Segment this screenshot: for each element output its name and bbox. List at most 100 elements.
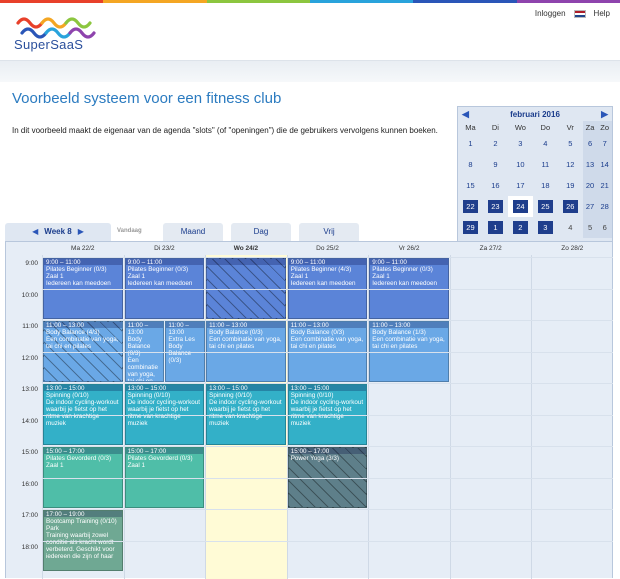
- mini-calendar-day[interactable]: 4: [533, 133, 558, 154]
- event-description: De indoor cycling-workout waarbij je fie…: [46, 399, 119, 427]
- mini-calendar-day[interactable]: 5: [558, 133, 583, 154]
- weekday-header: Vr: [566, 122, 574, 132]
- mini-calendar-header: ◀ februari 2016 ▶: [458, 107, 612, 121]
- event-time: 11:00 – 13:00: [372, 322, 411, 329]
- event-time: 15:00 – 17:00: [46, 448, 85, 455]
- day-columns: 9:00 – 11:00 Pilates Beginner (0/3) Zaal 1…: [42, 255, 613, 579]
- event-title: Spinning (0/10): [46, 392, 89, 399]
- hour-line: [42, 477, 613, 479]
- mini-calendar-day[interactable]: 9: [483, 154, 508, 175]
- login-link[interactable]: Inloggen: [535, 9, 566, 18]
- day-header[interactable]: Do 25/2: [287, 242, 369, 255]
- mini-calendar-day[interactable]: 28: [597, 196, 612, 217]
- event-title: Pilates Gevorderd (0/3): [46, 455, 112, 462]
- hour-label: 16:00: [21, 480, 38, 488]
- mini-calendar-day[interactable]: 7: [597, 133, 612, 154]
- event-description: Een combinatie van yoga, tai chi en pila…: [209, 336, 282, 350]
- event-time: 13:00 – 15:00: [127, 385, 167, 392]
- event-time: 9:00 – 11:00: [46, 259, 81, 266]
- event-time: 11:00 – 13:00: [209, 322, 248, 329]
- day-header[interactable]: Vr 26/2: [368, 242, 450, 255]
- day-header[interactable]: Di 23/2: [124, 242, 206, 255]
- mini-calendar-day[interactable]: 17: [508, 175, 533, 196]
- event-time: 15:00 – 17:00: [290, 448, 330, 455]
- hour-label: 14:00: [21, 417, 38, 425]
- tab-day[interactable]: Dag: [231, 223, 291, 241]
- help-link[interactable]: Help: [594, 9, 610, 18]
- next-week-icon[interactable]: ▶: [78, 227, 84, 236]
- mini-calendar-day[interactable]: 13: [582, 154, 598, 175]
- day-header[interactable]: Wo 24/2: [205, 242, 287, 255]
- event-location: Zaal 1: [127, 462, 146, 469]
- hour-label: 17:00: [21, 512, 38, 519]
- mini-calendar-day[interactable]: 23: [483, 196, 508, 217]
- mini-calendar-table: Ma Di Wo Do Vr Za Zo 1 2 3 4 5 6 7 8 9 10 11 12 13 14 15 16 17…: [458, 121, 612, 238]
- mini-calendar-day[interactable]: 12: [558, 154, 583, 175]
- tab-week[interactable]: ◀ Week 8 ▶: [5, 223, 111, 241]
- hour-line: [42, 288, 613, 290]
- hour-label: 15:00: [21, 449, 38, 456]
- mini-calendar-day[interactable]: 8: [458, 154, 483, 175]
- view-tabs: ◀ Week 8 ▶ Vandaag Maand Dag Vrij: [5, 223, 613, 241]
- week-grid: Ma 22/2 Di 23/2 Wo 24/2 Do 25/2 Vr 26/2 Za 27…: [5, 241, 613, 579]
- page-title: Voorbeeld systeem voor een fitness club: [12, 90, 282, 107]
- day-header[interactable]: Zo 28/2: [531, 242, 613, 255]
- mini-calendar-day[interactable]: 3: [508, 133, 533, 154]
- day-column[interactable]: [531, 255, 613, 579]
- event-location: Zaal 1: [46, 273, 64, 280]
- mini-calendar-day[interactable]: 15: [458, 175, 483, 196]
- prev-month-icon[interactable]: ◀: [462, 109, 469, 120]
- event-title: Bootcamp Training (0/10): [46, 518, 117, 525]
- mini-calendar-day[interactable]: 16: [483, 175, 508, 196]
- event-location: Park: [46, 525, 59, 532]
- weekday-header: Do: [540, 122, 551, 132]
- mini-calendar-day[interactable]: 22: [458, 196, 483, 217]
- top-navigation: Inloggen Help: [535, 9, 610, 18]
- tab-month[interactable]: Maand: [163, 223, 223, 241]
- day-column[interactable]: [449, 255, 532, 579]
- event-title: Pilates Gevorderd (0/3): [127, 455, 193, 462]
- event-description: Iedereen kan meedoen: [127, 280, 193, 287]
- event-time: 9:00 – 11:00: [127, 259, 163, 266]
- event-description: Een combinatie van yoga, tai chi en pila…: [46, 336, 119, 350]
- hour-label: 10:00: [21, 291, 38, 299]
- next-month-icon[interactable]: ▶: [601, 109, 608, 120]
- mini-calendar-day[interactable]: 21: [597, 175, 612, 196]
- hour-line: [42, 446, 613, 447]
- weekday-header: Za: [582, 121, 598, 133]
- event-time: 11:00 – 13:00: [290, 322, 329, 329]
- event-time: 11:00 – 13:00: [127, 322, 149, 336]
- prev-week-icon[interactable]: ◀: [32, 227, 38, 236]
- hour-label: 13:00: [21, 386, 38, 393]
- mini-calendar-day[interactable]: 14: [597, 154, 612, 175]
- event-title: Pilates Beginner (0/3): [372, 266, 433, 273]
- event-title: Body Balance (4/3): [46, 329, 100, 336]
- event-title: Pilates Beginner (0/3): [46, 266, 107, 273]
- mini-calendar-day[interactable]: 18: [533, 175, 558, 196]
- event-description: Een combinatie van yoga, tai chi en pila…: [290, 336, 364, 350]
- mini-calendar-day[interactable]: 10: [508, 154, 533, 175]
- weekday-header: Di: [491, 122, 499, 132]
- mini-calendar-day[interactable]: 1: [458, 133, 483, 154]
- day-header[interactable]: Za 27/2: [450, 242, 532, 255]
- event-description: Iedereen kan meedoen: [46, 280, 111, 287]
- event-title: Body Balance (0/3): [209, 329, 263, 336]
- event-title: Spinning (0/10): [209, 392, 252, 399]
- hour-label: 18:00: [21, 543, 38, 551]
- event-location: Zaal 1: [127, 273, 146, 280]
- today-button[interactable]: Vandaag: [117, 223, 142, 239]
- mini-calendar-day[interactable]: 19: [558, 175, 583, 196]
- event-title: Pilates Beginner (0/3): [127, 266, 189, 273]
- mini-calendar-day[interactable]: 26: [558, 196, 583, 217]
- event-time: 11:00 – 13:00: [46, 322, 85, 329]
- mini-calendar-day[interactable]: 20: [582, 175, 598, 196]
- mini-calendar-day[interactable]: 27: [582, 196, 598, 217]
- mini-calendar-day[interactable]: 11: [533, 154, 558, 175]
- mini-calendar-day[interactable]: 24: [507, 196, 533, 217]
- flag-nl-icon[interactable]: [573, 9, 586, 18]
- tab-free[interactable]: Vrij: [299, 223, 359, 241]
- mini-calendar-day[interactable]: 6: [582, 133, 598, 154]
- day-header[interactable]: Ma 22/2: [42, 242, 124, 255]
- mini-calendar-day[interactable]: 25: [533, 196, 558, 217]
- mini-calendar-day[interactable]: 2: [483, 133, 508, 154]
